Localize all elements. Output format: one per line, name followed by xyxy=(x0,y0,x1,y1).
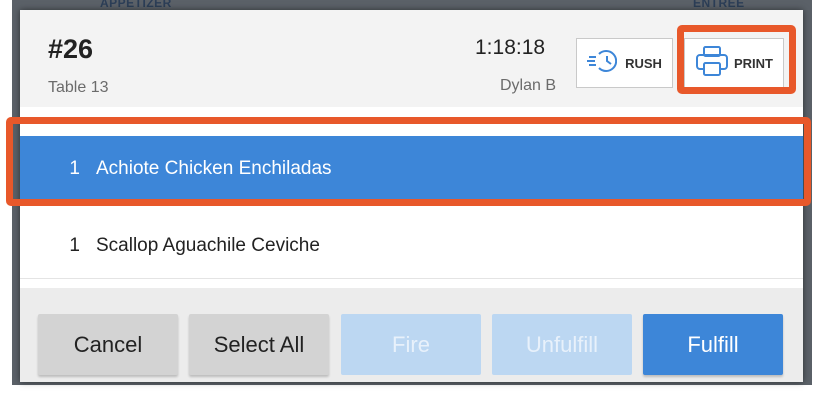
item-name: Scallop Aguachile Ceviche xyxy=(96,234,320,256)
elapsed-timer: 1:18:18 xyxy=(475,36,546,59)
server-name: Dylan B xyxy=(500,77,557,94)
fulfill-button[interactable]: Fulfill xyxy=(643,314,783,375)
unfulfill-button[interactable]: Unfulfill xyxy=(492,314,632,375)
rush-button[interactable]: RUSH xyxy=(576,38,673,88)
order-number: #26 xyxy=(48,34,94,64)
rush-label: RUSH xyxy=(625,55,662,71)
background-category-label: APPETIZER xyxy=(100,0,172,10)
background-category-label: ENTREE xyxy=(693,0,745,10)
fire-button[interactable]: Fire xyxy=(341,314,481,375)
rush-icon xyxy=(587,48,618,79)
print-highlight-box xyxy=(677,25,796,94)
list-item[interactable]: 1 Scallop Aguachile Ceviche xyxy=(20,213,803,279)
cancel-button[interactable]: Cancel xyxy=(38,314,178,375)
select-all-button[interactable]: Select All xyxy=(189,314,329,375)
item-highlight-box xyxy=(6,117,811,206)
item-quantity: 1 xyxy=(69,234,80,256)
table-label: Table 13 xyxy=(48,79,109,96)
